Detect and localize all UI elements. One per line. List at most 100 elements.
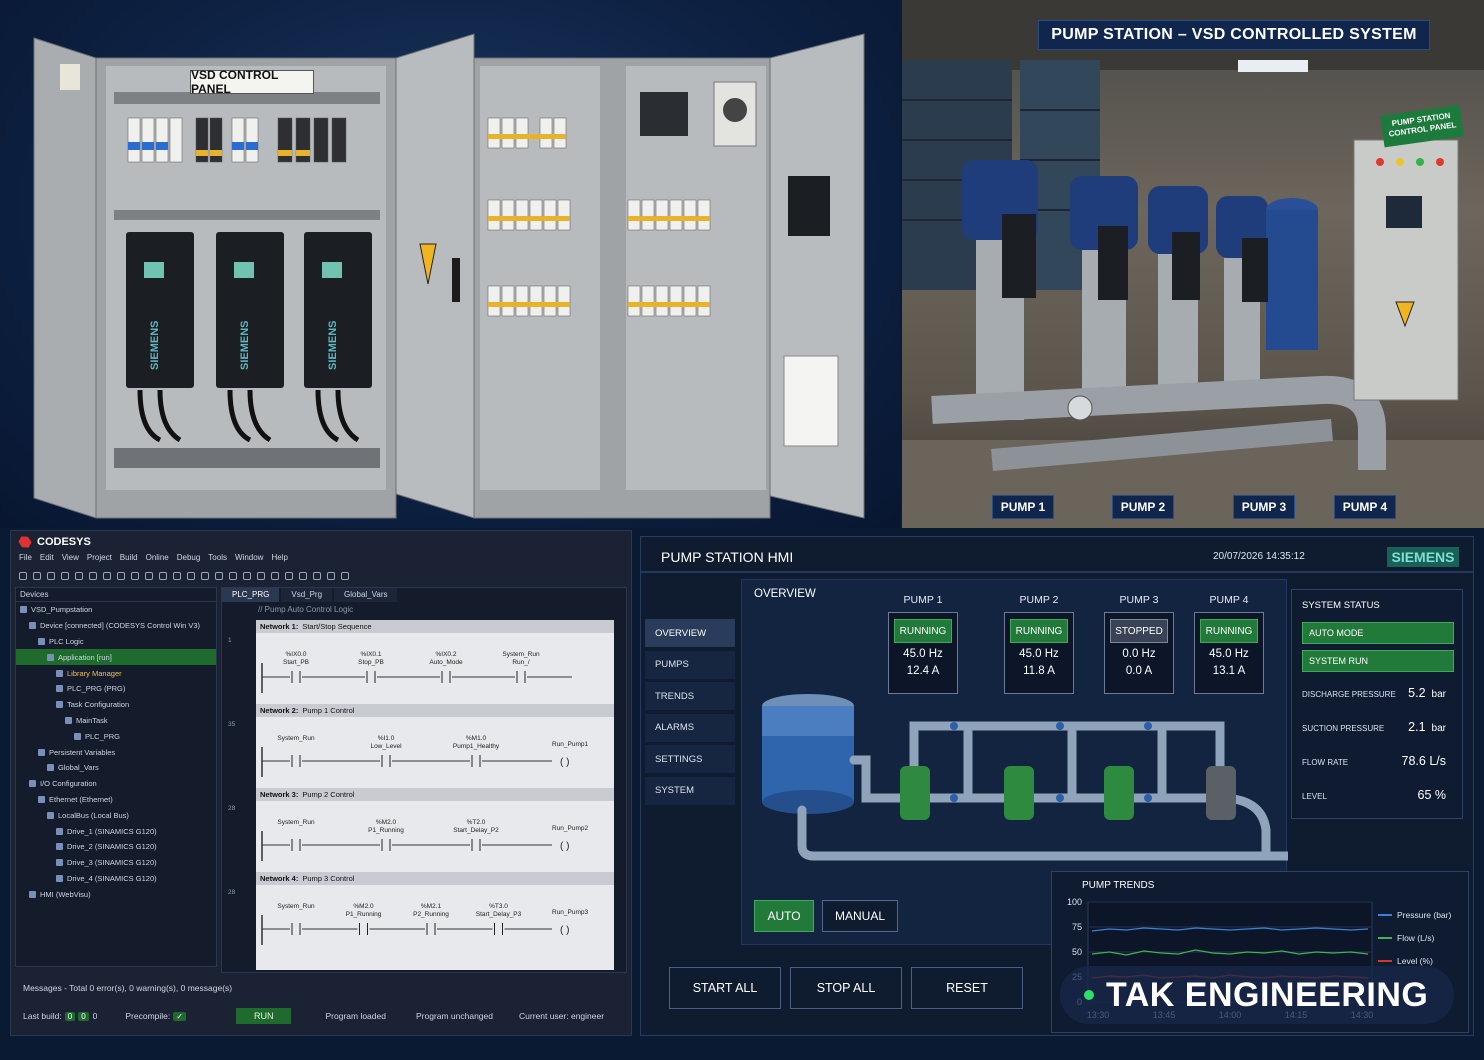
coil-symbol[interactable]: ( ): [560, 841, 569, 852]
monitor-icon[interactable]: [285, 572, 293, 580]
ladder-contact[interactable]: [357, 923, 370, 935]
write-icon[interactable]: [299, 572, 307, 580]
tree-item[interactable]: Drive_4 (SINAMICS G120): [16, 871, 216, 887]
nav-overview[interactable]: OVERVIEW: [645, 619, 735, 647]
save-icon[interactable]: [47, 572, 55, 580]
nav-trends[interactable]: TRENDS: [645, 682, 735, 710]
network-title: Pump 1 Control: [302, 706, 355, 715]
menu-edit[interactable]: Edit: [40, 553, 54, 567]
help-icon[interactable]: [341, 572, 349, 580]
ladder-contact[interactable]: [365, 671, 377, 683]
redo-icon[interactable]: [75, 572, 83, 580]
tree-item[interactable]: HMI (WebVisu): [16, 886, 216, 902]
stop-all-button[interactable]: STOP ALL: [790, 967, 902, 1009]
nav-alarms[interactable]: ALARMS: [645, 713, 735, 742]
pump-card[interactable]: STOPPED 0.0 Hz 0.0 A: [1104, 612, 1174, 694]
menu-online[interactable]: Online: [146, 553, 169, 567]
menu-view[interactable]: View: [62, 553, 79, 567]
tree-item[interactable]: Library Manager: [16, 665, 216, 681]
tree-item[interactable]: Global_Vars: [16, 760, 216, 776]
paste-icon[interactable]: [117, 572, 125, 580]
ladder-contact[interactable]: [470, 839, 482, 851]
ide-title: CODESYS: [37, 536, 91, 548]
tree-item[interactable]: Device [connected] (CODESYS Control Win …: [16, 618, 216, 634]
ladder-contact[interactable]: [492, 923, 505, 935]
network-header[interactable]: Network 2: Pump 1 Control: [256, 704, 614, 717]
tree-item[interactable]: Drive_2 (SINAMICS G120): [16, 839, 216, 855]
level-value: 65 %: [1417, 788, 1447, 802]
start-all-button[interactable]: START ALL: [669, 967, 781, 1009]
reset-button[interactable]: RESET: [911, 967, 1023, 1009]
manual-mode-button[interactable]: MANUAL: [822, 900, 898, 932]
tree-item[interactable]: PLC_PRG: [16, 728, 216, 744]
tree-item[interactable]: PLC_PRG (PRG): [16, 681, 216, 697]
ladder-contact[interactable]: [440, 671, 452, 683]
cut-icon[interactable]: [89, 572, 97, 580]
menu-help[interactable]: Help: [271, 553, 287, 567]
login-icon[interactable]: [159, 572, 167, 580]
network-header[interactable]: Network 4: Pump 3 Control: [256, 872, 614, 885]
logout-icon[interactable]: [173, 572, 181, 580]
tree-item[interactable]: LocalBus (Local Bus): [16, 807, 216, 823]
tree-item[interactable]: PLC Logic: [16, 634, 216, 650]
menu-file[interactable]: File: [19, 553, 32, 567]
step-over-icon[interactable]: [243, 572, 251, 580]
ladder-contact[interactable]: [380, 755, 392, 767]
menu-build[interactable]: Build: [120, 553, 138, 567]
tree-item[interactable]: Drive_1 (SINAMICS G120): [16, 823, 216, 839]
tree-item[interactable]: Task Configuration: [16, 697, 216, 713]
nav-settings[interactable]: SETTINGS: [645, 745, 735, 773]
force-icon[interactable]: [313, 572, 321, 580]
menu-project[interactable]: Project: [87, 553, 112, 567]
ladder-contact[interactable]: [515, 671, 527, 683]
stop-icon[interactable]: [201, 572, 209, 580]
ladder-contact[interactable]: [290, 839, 302, 851]
menu-debug[interactable]: Debug: [177, 553, 201, 567]
tab-plc-prg[interactable]: PLC_PRG: [222, 588, 280, 602]
menu-window[interactable]: Window: [235, 553, 263, 567]
nav-pumps[interactable]: PUMPS: [645, 650, 735, 679]
tree-item[interactable]: Application [run]: [16, 649, 216, 666]
ladder-contact[interactable]: [470, 755, 482, 767]
nav-system[interactable]: SYSTEM: [645, 776, 735, 805]
menu-tools[interactable]: Tools: [208, 553, 227, 567]
tree-item[interactable]: Drive_3 (SINAMICS G120): [16, 855, 216, 871]
open-icon[interactable]: [33, 572, 41, 580]
reset-icon[interactable]: [215, 572, 223, 580]
contact-address: %M1.0: [465, 735, 487, 742]
tree-item[interactable]: Ethernet (Ethernet): [16, 792, 216, 808]
pump-frequency: 45.0 Hz: [1019, 648, 1059, 660]
build-icon[interactable]: [145, 572, 153, 580]
settings-icon[interactable]: [327, 572, 335, 580]
ladder-contact[interactable]: [380, 839, 392, 851]
copy-icon[interactable]: [103, 572, 111, 580]
ladder-contact[interactable]: [290, 755, 302, 767]
coil-symbol[interactable]: ( ): [560, 925, 569, 936]
step-out-icon[interactable]: [271, 572, 279, 580]
pump-card[interactable]: RUNNING 45.0 Hz 13.1 A: [1194, 612, 1264, 694]
coil-symbol[interactable]: ( ): [560, 757, 569, 768]
network-header[interactable]: Network 1: Start/Stop Sequence: [256, 620, 614, 633]
network-header[interactable]: Network 3: Pump 2 Control: [256, 788, 614, 801]
new-icon[interactable]: [19, 572, 27, 580]
pump-card[interactable]: RUNNING 45.0 Hz 12.4 A: [888, 612, 958, 694]
find-icon[interactable]: [131, 572, 139, 580]
run-icon[interactable]: [187, 572, 195, 580]
ladder-contact[interactable]: [290, 671, 302, 683]
ladder-contact[interactable]: [425, 923, 437, 935]
undo-icon[interactable]: [61, 572, 69, 580]
rung-graphic: [261, 663, 572, 693]
ladder-contact[interactable]: [290, 923, 302, 935]
run-status-button[interactable]: RUN: [235, 1008, 292, 1024]
tab-vsd-prg[interactable]: Vsd_Prg: [281, 588, 333, 602]
tree-item[interactable]: VSD_Pumpstation: [16, 602, 216, 618]
tree-item[interactable]: Persistent Variables: [16, 744, 216, 760]
tab-global-vars[interactable]: Global_Vars: [334, 588, 398, 602]
auto-mode-button[interactable]: AUTO: [754, 900, 814, 932]
contact-variable: Run_/: [512, 659, 530, 666]
tree-item[interactable]: MainTask: [16, 713, 216, 729]
breakpoint-icon[interactable]: [229, 572, 237, 580]
step-into-icon[interactable]: [257, 572, 265, 580]
tree-item[interactable]: I/O Configuration: [16, 776, 216, 792]
pump-card[interactable]: RUNNING 45.0 Hz 11.8 A: [1004, 612, 1074, 694]
